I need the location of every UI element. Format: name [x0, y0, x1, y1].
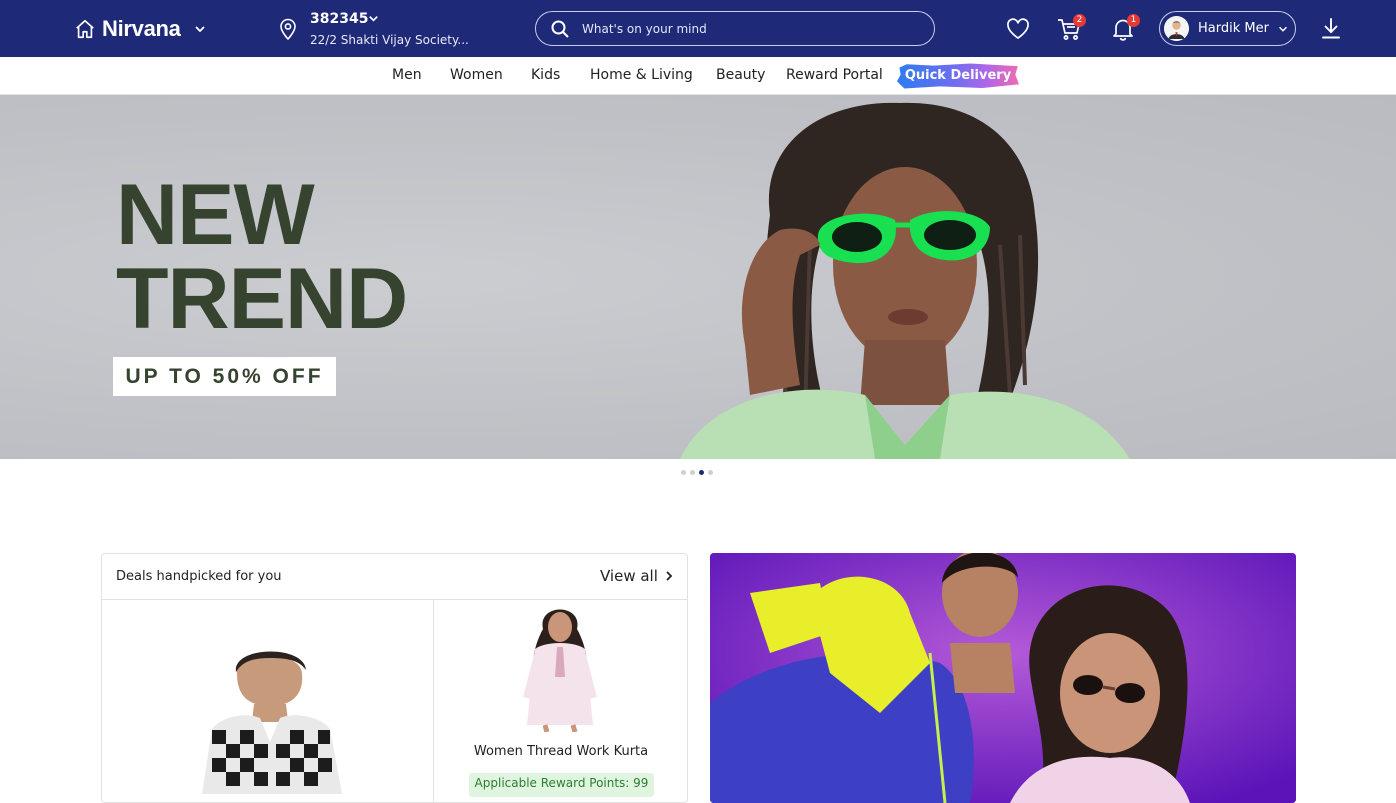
reward-points-badge: Applicable Reward Points: 99	[469, 773, 654, 797]
user-name: Hardik Mer	[1198, 21, 1269, 36]
nav-item-beauty[interactable]: Beauty	[716, 67, 765, 83]
carousel-dots	[681, 470, 713, 475]
nav-item-reward-portal[interactable]: Reward Portal	[786, 67, 883, 83]
pincode: 382345	[310, 11, 369, 27]
search-bar[interactable]	[535, 11, 935, 46]
hero-title-line2: TREND	[116, 251, 408, 347]
nav-item-women[interactable]: Women	[450, 67, 503, 83]
nav-item-men[interactable]: Men	[392, 67, 422, 83]
deal-divider	[433, 600, 434, 802]
reward-points-text: Applicable Reward Points: 99	[474, 776, 649, 790]
carousel-dot[interactable]	[708, 470, 713, 475]
chevron-down-icon	[1279, 26, 1287, 32]
home-icon	[76, 19, 94, 39]
product-name[interactable]: Women Thread Work Kurta	[436, 744, 686, 759]
carousel-dot[interactable]	[690, 470, 695, 475]
cart-count-badge: 2	[1073, 14, 1086, 27]
view-all-label: View all	[600, 567, 658, 585]
quick-delivery-button[interactable]: Quick Delivery	[897, 63, 1019, 89]
wishlist-button[interactable]	[1005, 16, 1031, 42]
product-image-kurta[interactable]	[507, 607, 613, 732]
nav-item-kids[interactable]: Kids	[531, 67, 560, 83]
deals-header: Deals handpicked for you View all	[102, 554, 687, 600]
cart-button[interactable]: 2	[1056, 14, 1086, 42]
promo-models-image	[710, 553, 1296, 803]
promo-banner[interactable]	[710, 553, 1296, 803]
category-nav: Men Women Kids Home & Living Beauty Rewa…	[0, 57, 1396, 95]
hero-title-line1: NEW	[116, 167, 315, 263]
hero-model-image	[680, 102, 1130, 459]
brand-name: Nirvana	[102, 16, 181, 41]
chevron-right-icon	[666, 571, 673, 581]
search-icon	[551, 20, 569, 38]
search-input[interactable]	[582, 21, 934, 36]
hero-banner[interactable]: NEW TREND UP TO 50% OFF	[0, 95, 1396, 459]
nav-item-home-living[interactable]: Home & Living	[590, 67, 693, 83]
user-menu[interactable]: Hardik Mer	[1159, 11, 1296, 46]
hero-title: NEW TREND	[116, 167, 408, 347]
chevron-down-icon	[194, 26, 205, 33]
deals-title: Deals handpicked for you	[116, 569, 282, 584]
avatar	[1164, 16, 1189, 41]
hero-offer-badge: UP TO 50% OFF	[113, 357, 336, 396]
deals-card: Deals handpicked for you View all Women …	[101, 553, 688, 803]
view-all-link[interactable]: View all	[600, 567, 675, 585]
download-app-button[interactable]	[1320, 16, 1342, 40]
notification-count-badge: 1	[1127, 14, 1140, 27]
carousel-dot-active[interactable]	[699, 470, 704, 475]
quick-delivery-label: Quick Delivery	[904, 68, 1012, 83]
top-header: Nirvana 382345 22/2 Shakti Vijay Society…	[0, 0, 1396, 57]
address-text: 22/2 Shakti Vijay Society...	[310, 33, 469, 47]
delivery-location[interactable]: 382345 22/2 Shakti Vijay Society...	[278, 8, 478, 50]
notifications-button[interactable]: 1	[1110, 14, 1140, 42]
location-pin-icon	[280, 18, 296, 40]
download-icon	[1322, 18, 1340, 39]
brand-selector[interactable]: Nirvana	[74, 14, 207, 44]
chevron-down-icon	[369, 16, 378, 22]
heart-icon	[1007, 18, 1029, 40]
carousel-dot[interactable]	[681, 470, 686, 475]
hero-offer-text: UP TO 50% OFF	[125, 364, 324, 388]
product-image-shirt[interactable]	[192, 644, 352, 794]
